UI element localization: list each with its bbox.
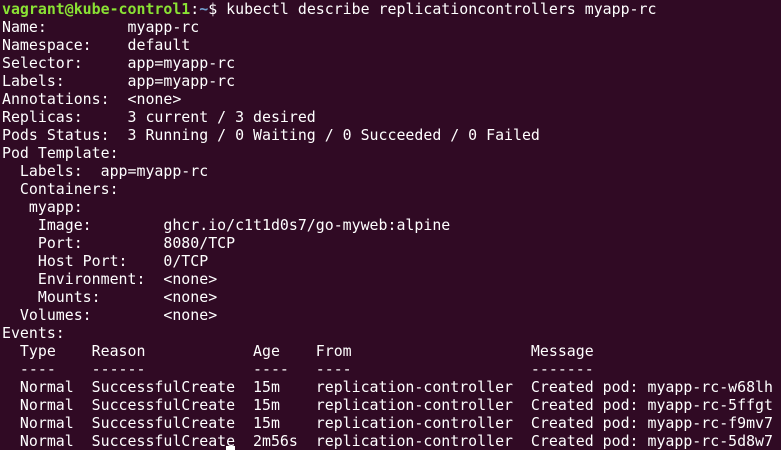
output-line: Replicas: 3 current / 3 desired: [2, 108, 316, 126]
output-line: Normal SuccessfulCreate 15m replication-…: [2, 396, 773, 414]
output-line: Annotations: <none>: [2, 90, 182, 108]
output-line: Containers:: [2, 180, 119, 198]
output-line: Type Reason Age From Message: [2, 342, 594, 360]
output-line: Selector: app=myapp-rc: [2, 54, 236, 72]
output-line: Labels: app=myapp-rc: [2, 72, 236, 90]
output-line: Normal SuccessfulCreate 15m replication-…: [2, 414, 773, 432]
terminal-window[interactable]: vagrant@kube-control1:~$ kubectl describ…: [0, 0, 781, 450]
command-prompt-line: vagrant@kube-control1:~$ kubectl describ…: [2, 0, 781, 18]
output-line: Events:: [2, 324, 65, 342]
prompt-symbol: $: [208, 0, 227, 18]
output-line: Name: myapp-rc: [2, 18, 200, 36]
output-line: ---- ------ ---- ---- -------: [2, 360, 594, 378]
output-line: Pod Template:: [2, 144, 119, 162]
output-line: Host Port: 0/TCP: [2, 252, 209, 270]
prompt-path: ~: [199, 0, 209, 18]
output-line: Namespace: default: [2, 36, 191, 54]
output-line: Image: ghcr.io/c1t1d0s7/go-myweb:alpine: [2, 216, 451, 234]
output-line: Mounts: <none>: [2, 288, 218, 306]
output-line: myapp:: [2, 198, 83, 216]
output-line: Normal SuccessfulCreate 2m56s replicatio…: [2, 432, 773, 450]
output-line: Port: 8080/TCP: [2, 234, 236, 252]
terminal-cursor: [226, 446, 235, 450]
output-line: Environment: <none>: [2, 270, 218, 288]
output-line: Normal SuccessfulCreate 15m replication-…: [2, 378, 773, 396]
output-line: Labels: app=myapp-rc: [2, 162, 209, 180]
prompt-separator: :: [190, 0, 200, 18]
command-text: kubectl describe replicationcontrollers …: [226, 0, 657, 18]
prompt-user-host: vagrant@kube-control1: [2, 0, 191, 18]
output-line: Pods Status: 3 Running / 0 Waiting / 0 S…: [2, 126, 540, 144]
output-line: Volumes: <none>: [2, 306, 218, 324]
command-output: Name: myapp-rc Namespace: default Selector…: [2, 18, 781, 450]
